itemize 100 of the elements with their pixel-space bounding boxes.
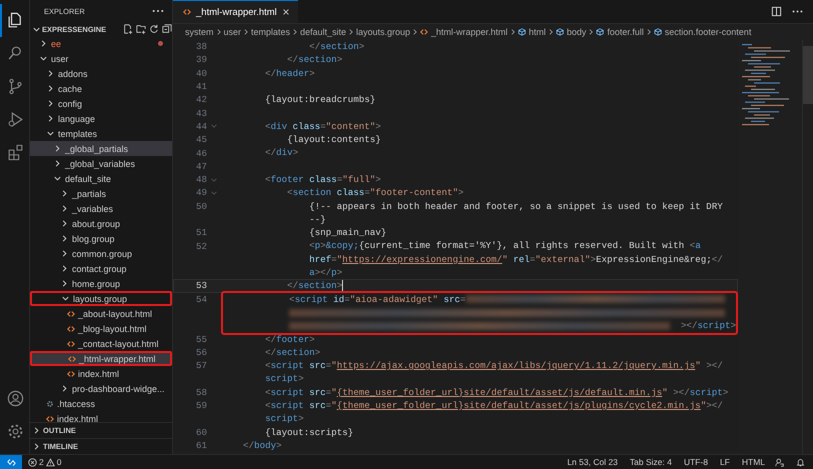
code-line: <div class="content">: [264, 120, 382, 134]
link[interactable]: https://expressionengine.com/: [342, 252, 502, 266]
code-line: </section>: [308, 40, 366, 54]
remote-icon: [6, 458, 16, 466]
tree-item[interactable]: _variables: [30, 201, 172, 216]
cube-icon: [518, 28, 526, 36]
status-item[interactable]: HTML: [736, 457, 771, 467]
code-line: <script id="aioa-adawidget" src=: [223, 292, 736, 306]
code-line: a></p>: [308, 266, 344, 280]
breadcrumb-item[interactable]: user: [224, 27, 242, 37]
status-item[interactable]: UTF-8: [678, 457, 714, 467]
tree-item[interactable]: about.group: [30, 216, 172, 231]
line-number: 49: [194, 187, 207, 198]
warning-icon: [46, 458, 55, 466]
editor-tab[interactable]: _html-wrapper.html: [173, 0, 298, 23]
warning-count: 0: [56, 457, 62, 467]
chevron-icon: [347, 28, 356, 36]
collapse-icon[interactable]: [162, 24, 172, 34]
split-editor-icon[interactable]: [771, 6, 782, 17]
status-item[interactable]: Ln 53, Col 23: [561, 457, 624, 467]
breadcrumb-item[interactable]: system: [185, 27, 214, 37]
line-number: 38: [194, 41, 207, 52]
code-line: <p>&copy;{current_time format='%Y'}, all rights reserved. Built with <a: [308, 239, 702, 253]
breadcrumb-item[interactable]: templates: [251, 27, 290, 37]
breadcrumb-item[interactable]: html: [518, 27, 546, 37]
remote-button[interactable]: [0, 455, 22, 469]
tree-item[interactable]: index.html: [30, 411, 172, 422]
breadcrumb-item[interactable]: body: [556, 27, 586, 37]
code-line: </header>: [264, 66, 316, 80]
chevron-icon: [291, 28, 300, 36]
chevron-icon: [587, 28, 596, 36]
link[interactable]: {theme_user_folder_url}site/default/asset/js/default.min.js: [336, 386, 662, 400]
chevron-icon: [644, 28, 653, 36]
close-icon[interactable]: [282, 8, 290, 16]
breadcrumb-item[interactable]: _html-wrapper.html: [420, 27, 508, 37]
scroll-thumb[interactable]: [803, 46, 813, 104]
angle-brackets-icon: [67, 370, 75, 378]
cube-icon: [556, 28, 564, 36]
tree-item[interactable]: layouts.group: [30, 291, 172, 306]
tree-item[interactable]: user: [30, 51, 172, 66]
tree-item[interactable]: _global_variables: [30, 156, 172, 171]
tree-item[interactable]: default_site: [30, 171, 172, 186]
link[interactable]: https://ajax.googleapis.com/ajax/libs/jquery/1.11.2/jquery.min.js: [336, 359, 696, 372]
code-line: {layout:breadcrumbs}: [264, 93, 376, 106]
chevron-icon: [411, 28, 420, 36]
tree-item[interactable]: templates: [30, 126, 172, 141]
code-line: script>: [264, 412, 305, 426]
code-line: </footer>: [264, 332, 316, 346]
tree-item[interactable]: _html-wrapper.html: [30, 351, 172, 366]
tree-item[interactable]: .htaccess: [30, 396, 172, 411]
tree-item[interactable]: blog.group: [30, 231, 172, 246]
more-icon[interactable]: [152, 9, 164, 13]
new-file-icon[interactable]: [123, 24, 133, 34]
tree-item[interactable]: _global_partials: [30, 141, 172, 156]
tree-item[interactable]: _blog-layout.html: [30, 321, 172, 336]
line-number: 45: [194, 134, 207, 146]
tree-item[interactable]: language: [30, 111, 172, 126]
error-icon: [28, 458, 37, 466]
refresh-icon[interactable]: [149, 24, 159, 34]
breadcrumb-item[interactable]: default_site: [300, 27, 346, 37]
new-folder-icon[interactable]: [136, 24, 146, 34]
tree-item[interactable]: _about-layout.html: [30, 306, 172, 321]
status-item[interactable]: Tab Size: 4: [624, 457, 678, 467]
gear-icon: [46, 400, 54, 408]
tree-item[interactable]: cache: [30, 81, 172, 96]
chevron-icon: [214, 28, 223, 36]
breadcrumb-item[interactable]: layouts.group: [356, 27, 410, 37]
tree-item[interactable]: addons: [30, 66, 172, 81]
angle-brackets-icon: [67, 324, 75, 332]
breadcrumb-item[interactable]: footer.full: [596, 27, 644, 37]
code-line: script>: [264, 372, 305, 386]
angle-brackets-icon: [183, 8, 191, 16]
code-line: --}: [308, 212, 327, 226]
feedback-icon[interactable]: [775, 458, 784, 466]
chevron-icon: [242, 28, 250, 36]
tree-item[interactable]: index.html: [30, 366, 172, 381]
bell-icon[interactable]: [796, 458, 805, 466]
tree-item[interactable]: ee: [30, 36, 172, 51]
link[interactable]: {theme_user_folder_url}site/default/asset/js/plugins/cycle2.min.js: [336, 399, 701, 412]
tree-item[interactable]: pro-dashboard-widge...: [30, 381, 172, 396]
line-number: 46: [194, 148, 207, 159]
code-line: </div>: [264, 146, 300, 160]
tree-item[interactable]: common.group: [30, 246, 172, 261]
line-number: 40: [194, 68, 207, 79]
angle-brackets-icon: [420, 28, 428, 36]
line-number: 48: [194, 174, 207, 186]
code-line: <script src="{theme_user_folder_url}site/default/asset/js/default.min.js" ></script>: [264, 386, 730, 400]
tree-item[interactable]: home.group: [30, 276, 172, 291]
line-number: 39: [194, 54, 207, 66]
tree-item[interactable]: _contact-layout.html: [30, 336, 172, 351]
code-line: <section class="footer-content">: [286, 186, 465, 200]
tree-item[interactable]: config: [30, 96, 172, 111]
problems-button[interactable]: 2 0: [22, 457, 68, 467]
error-count: 2: [39, 457, 44, 467]
tree-item[interactable]: contact.group: [30, 261, 172, 276]
status-item[interactable]: LF: [714, 457, 736, 467]
tree-item[interactable]: _partials: [30, 186, 172, 201]
breadcrumb-item[interactable]: section.footer-content: [654, 27, 752, 37]
line-number: 52: [194, 240, 207, 252]
code-line: <footer class="full">: [264, 172, 382, 186]
